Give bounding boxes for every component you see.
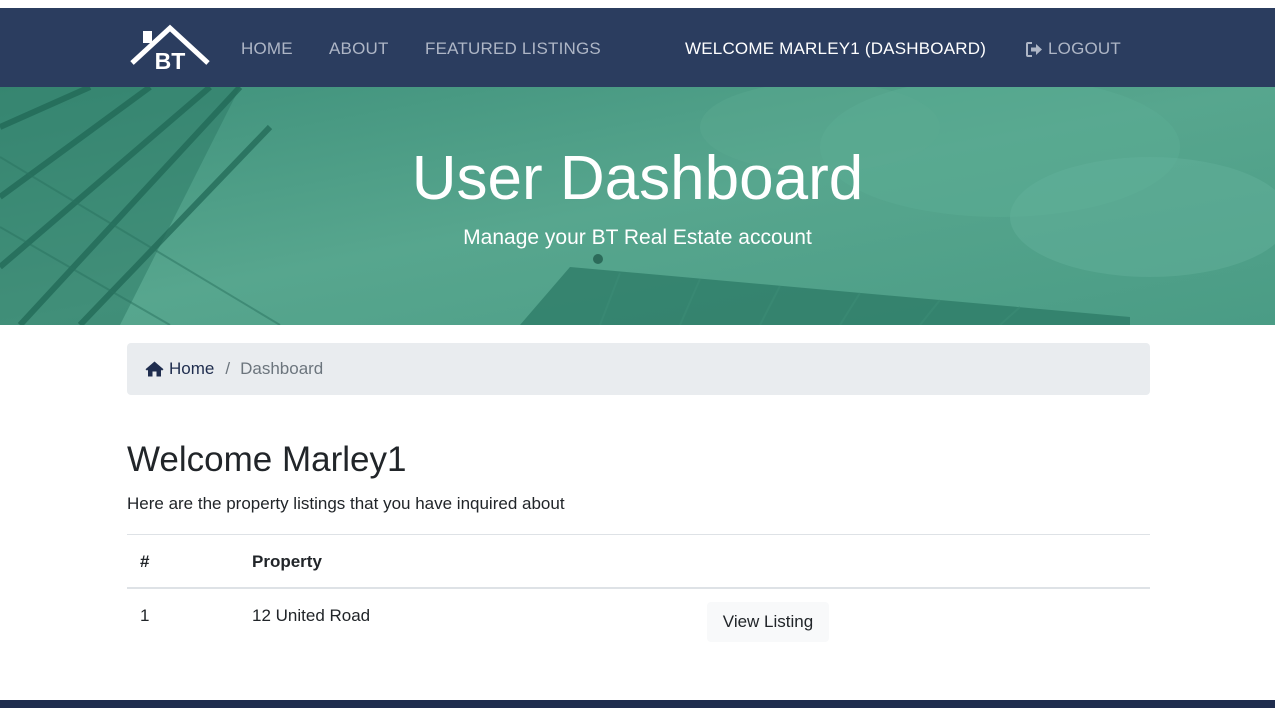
nav-featured-listings[interactable]: FEATURED LISTINGS bbox=[425, 39, 601, 59]
welcome-intro: Here are the property listings that you … bbox=[127, 494, 565, 513]
nav-logout[interactable]: LOGOUT bbox=[1026, 39, 1121, 59]
house-logo-icon: BT bbox=[130, 24, 210, 74]
table-header-border bbox=[127, 587, 1150, 589]
home-icon bbox=[145, 361, 164, 377]
brand-logo[interactable]: BT bbox=[129, 24, 211, 74]
sign-out-icon bbox=[1026, 41, 1042, 57]
hero-banner: User Dashboard Manage your BT Real Estat… bbox=[0, 87, 1275, 325]
navbar: BT HOME ABOUT FEATURED LISTINGS WELCOME … bbox=[0, 8, 1275, 87]
breadcrumb: Home / Dashboard bbox=[127, 343, 1150, 395]
hero-title: User Dashboard bbox=[411, 144, 864, 213]
table-header-property: Property bbox=[252, 552, 322, 571]
nav-about[interactable]: ABOUT bbox=[329, 39, 389, 59]
nav-dashboard-welcome[interactable]: WELCOME MARLEY1 (DASHBOARD) bbox=[685, 39, 986, 59]
nav-home[interactable]: HOME bbox=[241, 39, 293, 59]
breadcrumb-separator: / bbox=[225, 359, 231, 378]
table-row-number: 1 bbox=[140, 606, 150, 625]
welcome-heading: Welcome Marley1 bbox=[127, 440, 407, 479]
breadcrumb-current: Dashboard bbox=[240, 359, 324, 378]
hero-subtitle: Manage your BT Real Estate account bbox=[463, 226, 812, 249]
table-top-border bbox=[127, 534, 1150, 535]
footer bbox=[0, 700, 1275, 708]
table-header-number: # bbox=[140, 552, 150, 571]
brand-text: BT bbox=[155, 48, 186, 74]
table-row-property: 12 United Road bbox=[252, 606, 371, 625]
breadcrumb-home-label: Home bbox=[169, 359, 215, 378]
breadcrumb-home[interactable]: Home bbox=[145, 359, 214, 379]
view-listing-button[interactable]: View Listing bbox=[707, 602, 829, 642]
logout-label: LOGOUT bbox=[1048, 39, 1121, 58]
top-strip bbox=[0, 0, 1275, 8]
